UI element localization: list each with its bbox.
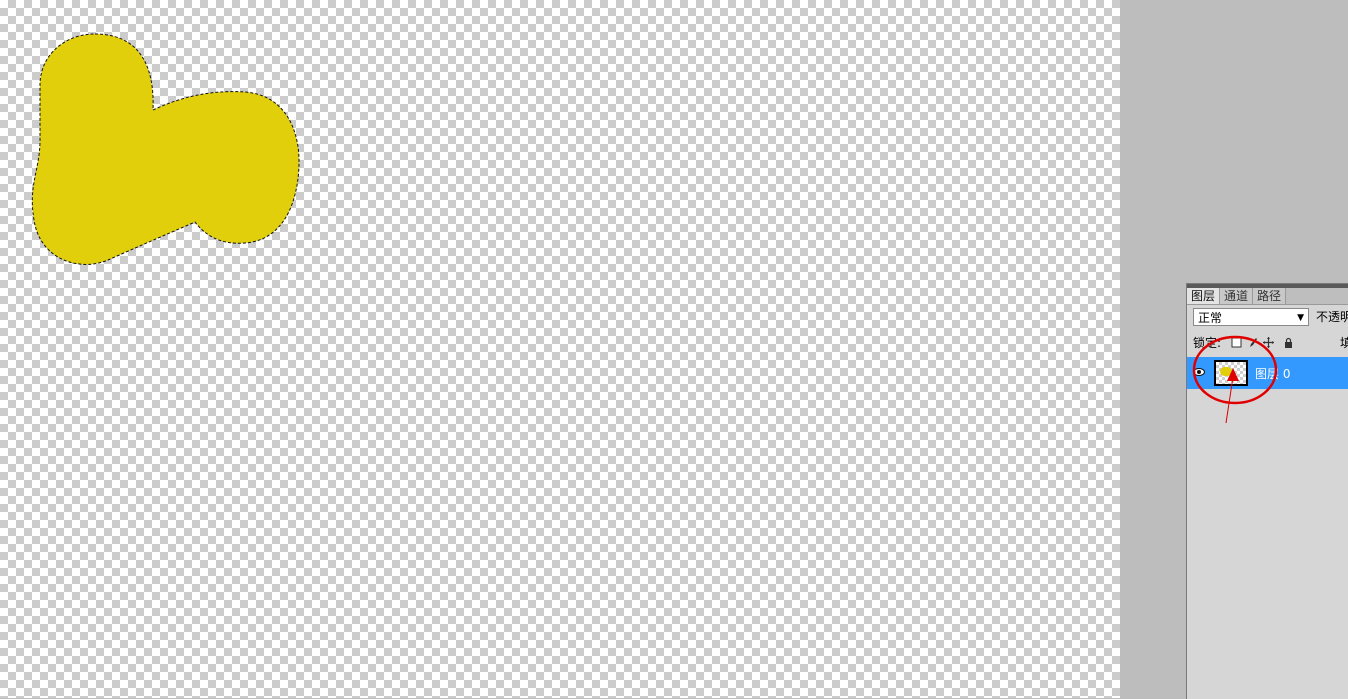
- canvas-art: [31, 33, 300, 265]
- tab-layers[interactable]: 图层: [1187, 288, 1221, 304]
- layers-panel: 图层 通道 路径 正常 ▼ 不透明 锁定: 填 图层 0: [1186, 283, 1348, 699]
- blend-mode-select[interactable]: 正常 ▼: [1193, 308, 1309, 326]
- yellow-shape: [31, 33, 300, 265]
- fill-label: 填: [1340, 336, 1348, 350]
- layer-thumbnail[interactable]: [1214, 360, 1248, 386]
- blend-row: 正常 ▼ 不透明: [1193, 308, 1348, 330]
- blend-mode-value: 正常: [1198, 311, 1223, 325]
- layer-row[interactable]: 图层 0: [1187, 357, 1348, 389]
- lock-transparent-icon[interactable]: [1231, 337, 1242, 348]
- tab-channels[interactable]: 通道: [1220, 288, 1254, 304]
- chevron-down-icon: ▼: [1297, 313, 1304, 323]
- document-canvas[interactable]: [0, 0, 1120, 698]
- thumbnail-shape: [1220, 367, 1232, 376]
- layer-name[interactable]: 图层 0: [1255, 365, 1290, 382]
- brush-icon[interactable]: [1247, 337, 1258, 348]
- opacity-label: 不透明: [1316, 310, 1348, 324]
- tab-paths[interactable]: 路径: [1253, 288, 1287, 304]
- lock-row: 锁定: 填: [1193, 334, 1348, 352]
- lock-label: 锁定:: [1193, 336, 1222, 350]
- padlock-icon[interactable]: [1283, 337, 1294, 348]
- move-icon[interactable]: [1263, 337, 1274, 348]
- panel-tabs: 图层 通道 路径: [1187, 288, 1348, 305]
- eye-icon[interactable]: [1193, 366, 1205, 380]
